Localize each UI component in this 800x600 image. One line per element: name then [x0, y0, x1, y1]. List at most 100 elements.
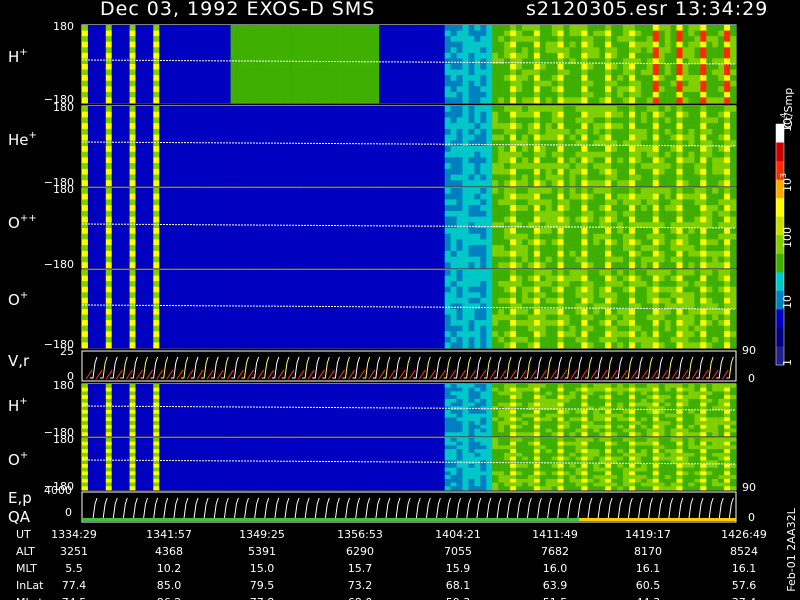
- heatmap-cell: [456, 106, 463, 112]
- heatmap-cell: [313, 157, 321, 164]
- heatmap-cell: [694, 180, 701, 187]
- heatmap-cell: [623, 168, 630, 175]
- heatmap-cell: [658, 86, 665, 93]
- heatmap-cell: [355, 52, 362, 59]
- heatmap-cell: [355, 157, 362, 164]
- heatmap-cell: [629, 188, 636, 194]
- heatmap-cell: [420, 245, 428, 252]
- heatmap-cell: [700, 233, 707, 240]
- heatmap-cell: [403, 157, 410, 164]
- heatmap-cell: [557, 256, 564, 263]
- heatmap-cell: [486, 47, 493, 54]
- heatmap-cell: [385, 117, 392, 124]
- heatmap-cell: [444, 86, 451, 93]
- heatmap-cell: [284, 146, 291, 152]
- heatmap-cell: [242, 36, 249, 42]
- heatmap-cell: [420, 157, 428, 164]
- heatmap-cell: [183, 168, 190, 175]
- heatmap-cell: [195, 262, 202, 269]
- heatmap-cell: [718, 75, 725, 81]
- heatmap-cell: [290, 97, 297, 104]
- heatmap-cell: [432, 97, 439, 104]
- heatmap-cell: [278, 188, 285, 194]
- heatmap-cell: [105, 30, 112, 37]
- heatmap-cell: [99, 97, 106, 104]
- heatmap-cell: [456, 216, 463, 223]
- heatmap-cell: [462, 222, 469, 229]
- heatmap-cell: [456, 256, 463, 263]
- heatmap-cell: [200, 199, 208, 206]
- heatmap-cell: [599, 106, 606, 112]
- heatmap-cell: [420, 111, 428, 118]
- heatmap-cell: [724, 205, 731, 212]
- heatmap-cell: [111, 30, 118, 37]
- heatmap-cell: [307, 69, 315, 76]
- heatmap-cell: [438, 64, 445, 70]
- heatmap-cell: [658, 228, 665, 234]
- heatmap-cell: [230, 180, 237, 187]
- heatmap-cell: [266, 30, 273, 37]
- heatmap-cell: [111, 331, 118, 338]
- heatmap-cell: [551, 64, 558, 70]
- heatmap-cell: [278, 239, 285, 246]
- heatmap-cell: [480, 222, 487, 229]
- heatmap-cell: [599, 188, 606, 194]
- heatmap-cell: [706, 157, 713, 164]
- heatmap-cell: [385, 199, 392, 206]
- heatmap-cell: [450, 163, 457, 170]
- heatmap-cell: [302, 193, 309, 200]
- heatmap-cell: [224, 123, 231, 130]
- heatmap-cell: [379, 64, 386, 70]
- heatmap-cell: [670, 262, 677, 269]
- heatmap-cell: [284, 151, 291, 158]
- heatmap-cell: [105, 245, 112, 252]
- heatmap-cell: [527, 245, 535, 252]
- heatmap-cell: [165, 314, 172, 321]
- heatmap-cell: [165, 80, 172, 87]
- heatmap-cell: [129, 163, 136, 170]
- heatmap-cell: [248, 111, 255, 118]
- heatmap-cell: [183, 163, 190, 170]
- heatmap-cell: [248, 256, 255, 263]
- heatmap-cell: [444, 91, 451, 98]
- heatmap-cell: [664, 25, 671, 31]
- heatmap-cell: [587, 199, 594, 206]
- heatmap-cell: [111, 123, 118, 130]
- heatmap-cell: [159, 286, 166, 293]
- heatmap-cell: [575, 163, 582, 170]
- heatmap-cell: [343, 80, 350, 87]
- heatmap-cell: [658, 111, 665, 118]
- heatmap-cell: [486, 91, 493, 98]
- heatmap-cell: [337, 41, 344, 48]
- heatmap-cell: [533, 239, 541, 246]
- heatmap-cell: [189, 111, 196, 118]
- heatmap-cell: [117, 205, 124, 212]
- heatmap-cell: [438, 97, 445, 104]
- heatmap-cell: [189, 36, 196, 42]
- heatmap-cell: [195, 303, 202, 310]
- heatmap-cell: [111, 228, 118, 234]
- heatmap-cell: [551, 228, 558, 234]
- heatmap-cell: [432, 180, 439, 187]
- heatmap-cell: [533, 123, 541, 130]
- heatmap-cell: [290, 146, 297, 152]
- heatmap-cell: [569, 239, 576, 246]
- heatmap-cell: [165, 75, 172, 81]
- heatmap-cell: [700, 111, 707, 118]
- heatmap-cell: [646, 157, 653, 164]
- heatmap-cell: [159, 75, 166, 81]
- heatmap-cell: [111, 325, 118, 332]
- heatmap-cell: [432, 222, 439, 229]
- heatmap-cell: [195, 331, 202, 338]
- heatmap-cell: [99, 163, 106, 170]
- heatmap-cell: [87, 47, 95, 54]
- heatmap-cell: [409, 228, 416, 234]
- heatmap-cell: [189, 30, 196, 37]
- heatmap-cell: [367, 25, 374, 31]
- heatmap-cell: [147, 228, 154, 234]
- heatmap-cell: [545, 250, 552, 257]
- heatmap-cell: [688, 188, 695, 194]
- heatmap-cell: [135, 286, 142, 293]
- heatmap-cell: [349, 250, 356, 257]
- heatmap-cell: [361, 228, 368, 234]
